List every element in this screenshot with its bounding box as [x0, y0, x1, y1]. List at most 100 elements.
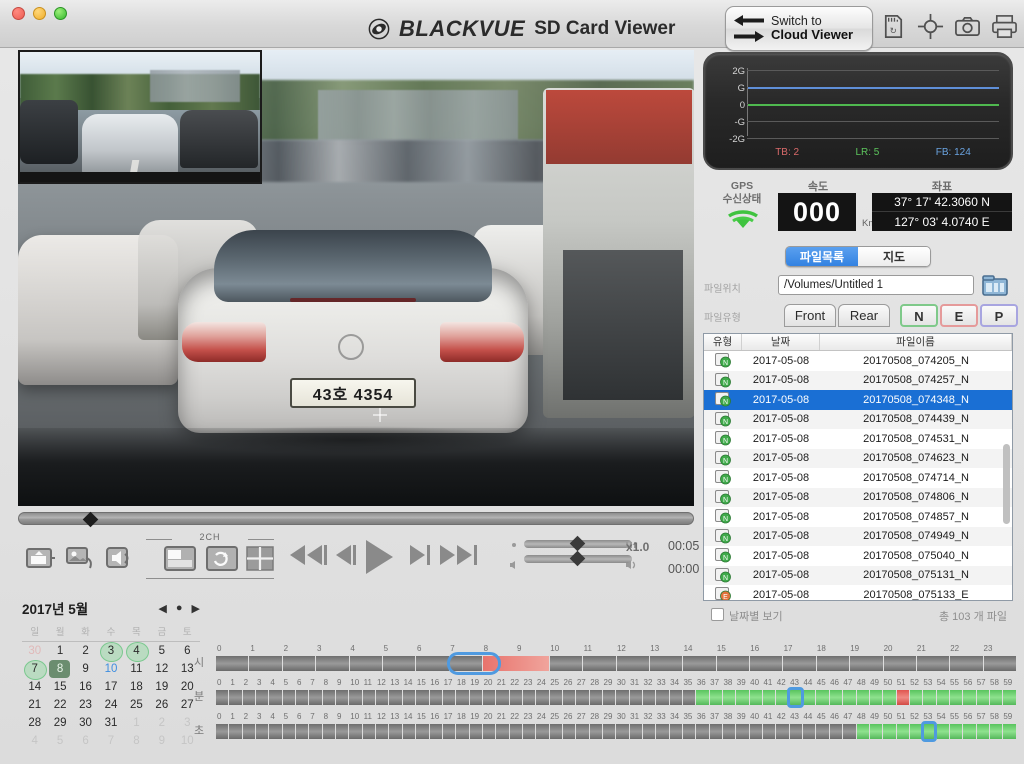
play-button[interactable]: [366, 540, 393, 574]
calendar-day-30[interactable]: 30: [73, 714, 98, 732]
export-video-button[interactable]: [26, 546, 56, 570]
tab-file-list[interactable]: 파일목록: [786, 247, 858, 266]
timeline-cell[interactable]: [229, 690, 242, 705]
timeline-cell[interactable]: [402, 690, 416, 705]
video-seek-bar[interactable]: [18, 511, 694, 528]
timeline-cell[interactable]: [709, 724, 723, 739]
timeline-cell[interactable]: [589, 690, 602, 705]
file-list-row[interactable]: N 2017-05-08 20170508_074531_N: [704, 429, 1012, 449]
timeline-cell[interactable]: [282, 656, 316, 671]
timeline-cell[interactable]: [256, 690, 269, 705]
timeline-cell[interactable]: [936, 724, 949, 739]
timeline-cell[interactable]: [349, 724, 362, 739]
camera-icon[interactable]: [954, 13, 981, 40]
print-icon[interactable]: [991, 13, 1018, 40]
pip-layout-button[interactable]: [164, 546, 196, 571]
file-list-row[interactable]: N 2017-05-08 20170508_075131_N: [704, 565, 1012, 585]
file-list-row[interactable]: N 2017-05-08 20170508_074623_N: [704, 448, 1012, 468]
timeline-cell[interactable]: [989, 724, 1003, 739]
timeline-cell[interactable]: [242, 690, 256, 705]
timeline-cell[interactable]: [316, 656, 349, 671]
switch-to-cloud-viewer-button[interactable]: Switch to Cloud Viewer: [725, 6, 873, 51]
video-player[interactable]: 43호 4354: [18, 50, 694, 506]
volume-slider[interactable]: [524, 550, 632, 567]
timeline-cell[interactable]: [909, 724, 923, 739]
file-list-row[interactable]: E 2017-05-08 20170508_075133_E: [704, 585, 1012, 600]
calendar-day-4[interactable]: 4: [22, 732, 47, 750]
timeline-cell[interactable]: [509, 724, 522, 739]
browse-folder-icon[interactable]: [982, 275, 1008, 296]
calendar-day-5[interactable]: 5: [149, 642, 174, 660]
timeline-cell[interactable]: [282, 724, 296, 739]
timeline-cell[interactable]: [469, 724, 482, 739]
timeline-cell[interactable]: [509, 690, 522, 705]
timeline-cell[interactable]: [869, 724, 883, 739]
timeline-cell[interactable]: [629, 690, 642, 705]
calendar-day-3[interactable]: 3: [98, 641, 124, 662]
timeline-cell[interactable]: [963, 724, 976, 739]
timeline-cell[interactable]: [496, 690, 509, 705]
calendar-day-30[interactable]: 30: [22, 642, 47, 660]
timeline-cell[interactable]: [589, 724, 602, 739]
calendar-day-1[interactable]: 1: [124, 714, 149, 732]
timeline-cell[interactable]: [256, 724, 269, 739]
timeline-cell[interactable]: [416, 724, 429, 739]
timeline-cell[interactable]: [736, 724, 749, 739]
filter-front-button[interactable]: Front: [784, 304, 836, 327]
timeline-cell[interactable]: [549, 724, 562, 739]
calendar-day-17[interactable]: 17: [98, 678, 123, 696]
file-list[interactable]: 유형 날짜 파일이름 N 2017-05-08 20170508_074205_N N 20…: [703, 333, 1013, 601]
timeline-cell[interactable]: [449, 656, 482, 671]
timeline-cell[interactable]: [649, 656, 683, 671]
calendar-day-28[interactable]: 28: [22, 714, 47, 732]
timeline-track[interactable]: [216, 724, 1016, 739]
fast-forward-button[interactable]: [440, 545, 477, 565]
timeline-cell[interactable]: [749, 724, 763, 739]
calendar-day-5[interactable]: 5: [47, 732, 72, 750]
timeline-cell[interactable]: [616, 690, 629, 705]
calendar-day-6[interactable]: 6: [73, 732, 98, 750]
timeline-cell[interactable]: [576, 690, 589, 705]
timeline-cell[interactable]: [949, 724, 963, 739]
timeline-cell[interactable]: [629, 724, 642, 739]
timeline-cell[interactable]: [322, 724, 336, 739]
timeline-cell[interactable]: [456, 690, 469, 705]
video-frame-rear-pip[interactable]: [18, 50, 262, 184]
grid-view-button[interactable]: [246, 546, 274, 571]
calendar-day-16[interactable]: 16: [73, 678, 98, 696]
file-list-row[interactable]: N 2017-05-08 20170508_074806_N: [704, 487, 1012, 507]
swap-channel-button[interactable]: [206, 546, 238, 571]
file-list-row[interactable]: N 2017-05-08 20170508_074257_N: [704, 370, 1012, 390]
file-list-body[interactable]: N 2017-05-08 20170508_074205_N N 2017-05-08 2…: [704, 351, 1012, 600]
timeline-cell[interactable]: [309, 724, 322, 739]
export-audio-button[interactable]: [106, 546, 136, 570]
calendar-day-1[interactable]: 1: [47, 642, 72, 660]
timeline-cell[interactable]: [669, 690, 683, 705]
timeline-cell[interactable]: [416, 690, 429, 705]
timeline-cell[interactable]: [376, 690, 389, 705]
filter-event-button[interactable]: E: [940, 304, 978, 327]
timeline-cell[interactable]: [402, 724, 416, 739]
file-list-scrollbar[interactable]: [1003, 444, 1010, 524]
timeline-cell[interactable]: [382, 656, 416, 671]
filter-parking-button[interactable]: P: [980, 304, 1018, 327]
timeline-cell[interactable]: [216, 724, 229, 739]
timeline-cell[interactable]: [482, 690, 496, 705]
calendar-day-9[interactable]: 9: [149, 732, 174, 750]
file-path-input[interactable]: [778, 275, 974, 295]
timeline-cell[interactable]: [763, 724, 776, 739]
timeline-cell[interactable]: [442, 724, 456, 739]
timeline-cell[interactable]: [389, 690, 402, 705]
brightness-slider[interactable]: [524, 535, 632, 552]
file-list-row[interactable]: N 2017-05-08 20170508_074949_N: [704, 526, 1012, 546]
timeline-cell[interactable]: [296, 690, 309, 705]
timeline-cell[interactable]: [362, 690, 376, 705]
timeline-cell[interactable]: [216, 656, 249, 671]
timeline-cell[interactable]: [269, 690, 282, 705]
timeline-cell[interactable]: [696, 724, 709, 739]
timeline-cell[interactable]: [549, 690, 562, 705]
timeline-cell[interactable]: [242, 724, 256, 739]
timeline-cell[interactable]: [376, 724, 389, 739]
timeline-cell[interactable]: [362, 724, 376, 739]
timeline-cell[interactable]: [583, 656, 616, 671]
